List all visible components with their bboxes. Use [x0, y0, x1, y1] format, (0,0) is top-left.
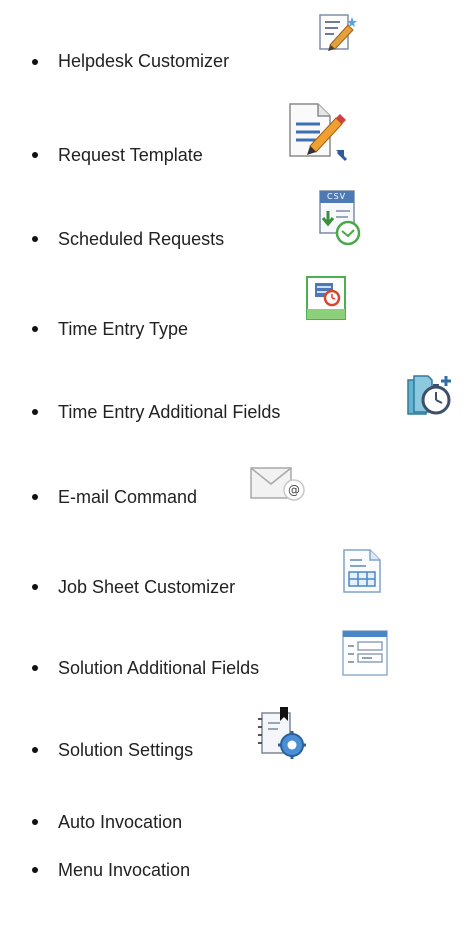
solution-settings-icon	[258, 707, 306, 759]
solution-additional-fields-icon	[342, 630, 388, 676]
bullet	[32, 409, 38, 415]
time-entry-type-icon	[306, 276, 346, 320]
scheduled-requests-icon: CSV	[318, 189, 364, 247]
bullet	[32, 819, 38, 825]
list-item-solution-settings[interactable]: Solution Settings	[0, 707, 468, 772]
item-label: E-mail Command	[58, 487, 198, 507]
item-label: Solution Settings	[58, 740, 194, 760]
item-label: Request Template	[58, 145, 203, 165]
item-label: Helpdesk Customizer	[58, 51, 230, 71]
bullet	[32, 584, 38, 590]
list-item-helpdesk-customizer[interactable]: Helpdesk Customizer	[0, 14, 468, 90]
bullet	[32, 326, 38, 332]
time-entry-additional-fields-icon	[407, 375, 451, 415]
job-sheet-customizer-icon	[343, 549, 381, 593]
svg-text:@: @	[288, 483, 300, 497]
list-item-job-sheet-customizer[interactable]: Job Sheet Customizer	[0, 548, 468, 608]
list-item-scheduled-requests[interactable]: Scheduled Requests CSV	[0, 190, 468, 260]
item-label: Scheduled Requests	[58, 229, 225, 249]
list-item-time-entry-additional-fields[interactable]: Time Entry Additional Fields	[0, 372, 468, 432]
item-label: Job Sheet Customizer	[58, 577, 236, 597]
request-template-icon	[289, 103, 348, 162]
item-label: Time Entry Type	[58, 319, 189, 339]
list-item-request-template[interactable]: Request Template	[0, 103, 468, 174]
list-item-email-command[interactable]: E-mail Command @	[0, 466, 468, 526]
bullet	[32, 665, 38, 671]
list-item-solution-additional-fields[interactable]: Solution Additional Fields	[0, 628, 468, 688]
item-label: Solution Additional Fields	[58, 658, 260, 678]
bullet	[32, 152, 38, 158]
email-command-icon: @	[250, 467, 305, 501]
list-item-menu-invocation[interactable]: Menu Invocation	[0, 848, 468, 908]
item-label: Auto Invocation	[58, 812, 183, 832]
bullet	[32, 747, 38, 753]
bullet	[32, 867, 38, 873]
list-item-time-entry-type[interactable]: Time Entry Type	[0, 276, 468, 348]
bullet	[32, 236, 38, 242]
item-label: Time Entry Additional Fields	[58, 402, 281, 422]
bullet	[32, 59, 38, 65]
bullet	[32, 494, 38, 500]
item-label: Menu Invocation	[58, 860, 191, 880]
helpdesk-customizer-icon	[319, 14, 357, 51]
csv-badge-text: CSV	[327, 192, 347, 201]
